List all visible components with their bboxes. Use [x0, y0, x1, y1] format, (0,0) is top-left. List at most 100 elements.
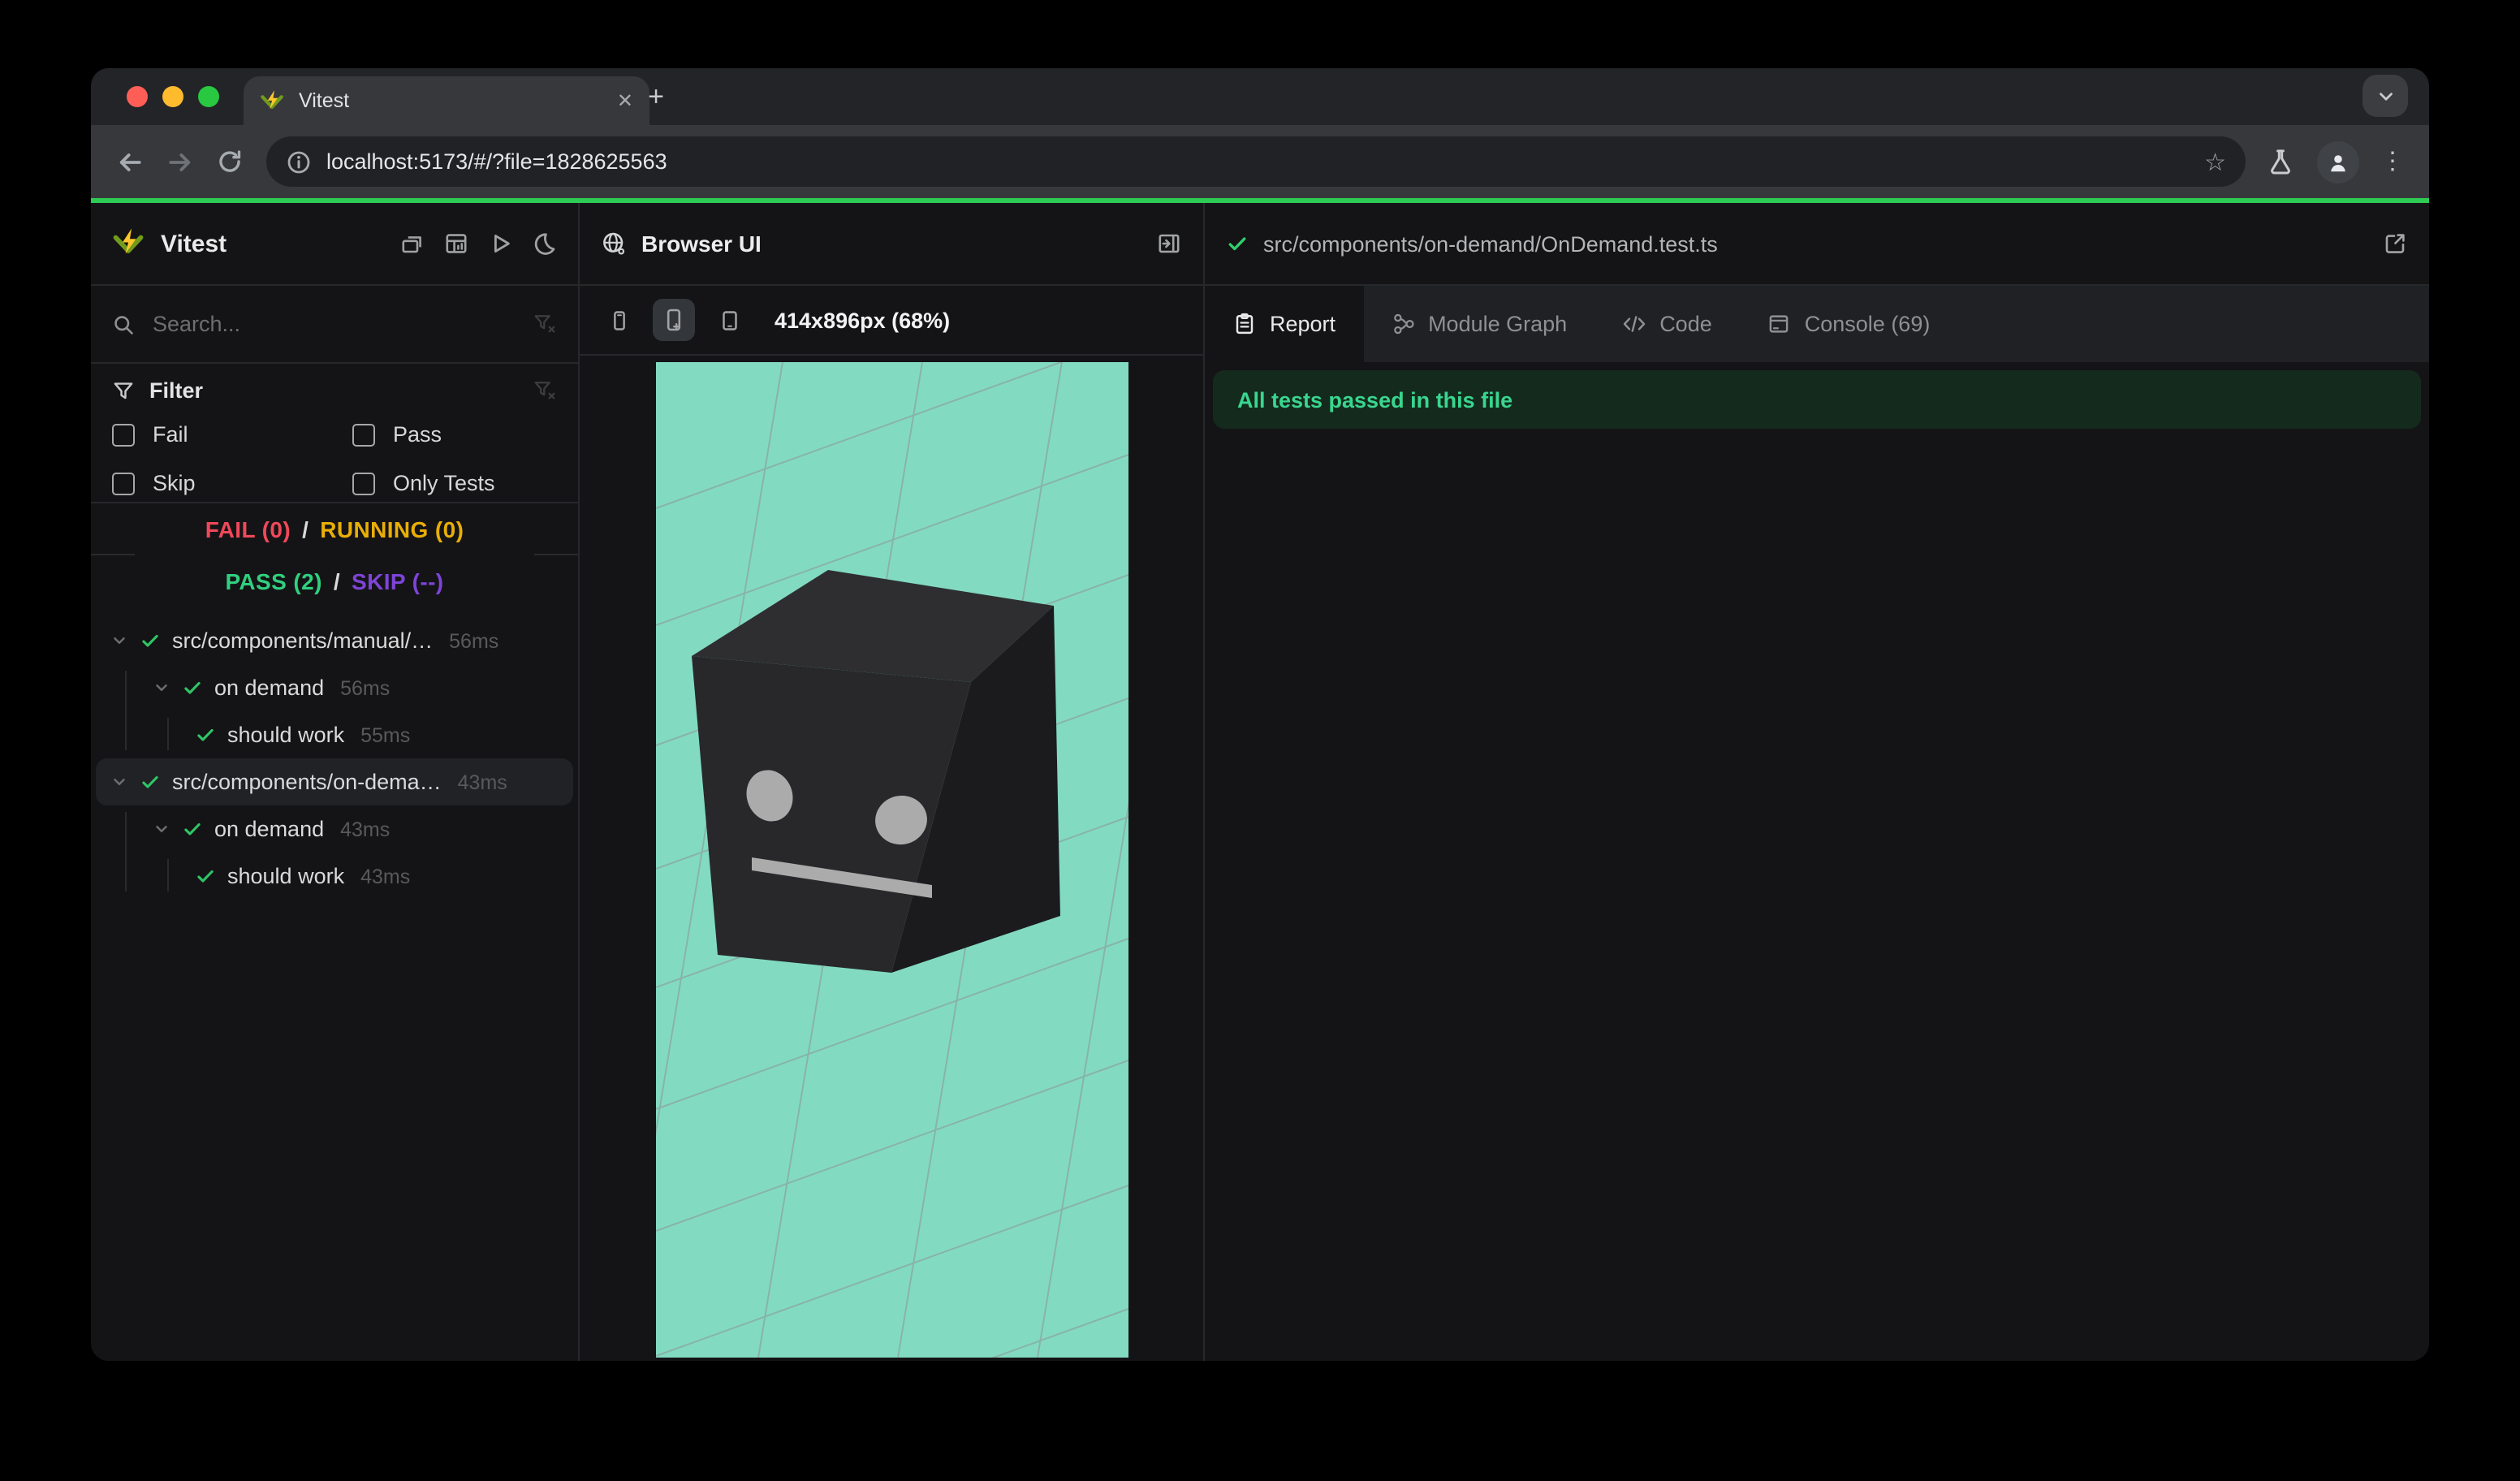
- test-status-summary: FAIL (0) / RUNNING (0) PASS (2) / SKIP (…: [91, 503, 578, 607]
- checkbox[interactable]: [352, 423, 375, 446]
- device-phone-icon[interactable]: [599, 300, 638, 339]
- tab-module-graph[interactable]: Module Graph: [1363, 286, 1594, 362]
- tab-report[interactable]: Report: [1205, 286, 1364, 362]
- browser-toolbar: localhost:5173/#/?file=1828625563 ☆ ⋮: [91, 125, 2429, 198]
- collapse-tests-icon[interactable]: [399, 231, 425, 257]
- tab-strip: Vitest ✕ +: [91, 68, 2429, 125]
- url-bar[interactable]: localhost:5173/#/?file=1828625563 ☆: [266, 136, 2246, 187]
- tree-row-label: src/components/on-dema…: [172, 770, 442, 794]
- tree-row-test[interactable]: should work 43ms: [91, 853, 578, 900]
- tree-row-duration: 43ms: [340, 818, 391, 840]
- minimize-window-button[interactable]: [162, 86, 183, 107]
- pass-check-icon: [182, 677, 203, 698]
- running-count: RUNNING (0): [320, 516, 464, 542]
- preview-header: Browser UI: [580, 203, 1203, 286]
- search-icon: [112, 313, 135, 335]
- checkbox[interactable]: [112, 472, 135, 494]
- new-tab-button[interactable]: +: [636, 78, 675, 117]
- profile-avatar[interactable]: [2317, 140, 2359, 183]
- pass-check-icon: [140, 630, 161, 651]
- chevron-down-icon[interactable]: [153, 679, 170, 697]
- report-header: src/components/on-demand/OnDemand.test.t…: [1205, 203, 2429, 286]
- browser-menu-icon[interactable]: ⋮: [2380, 149, 2405, 174]
- forward-button[interactable]: [166, 147, 195, 176]
- indent-guide: [125, 671, 127, 750]
- status-line-bottom: PASS (2) / SKIP (--): [91, 555, 578, 607]
- viewport-size-label: 414x896px (68%): [775, 308, 951, 332]
- filter-option-label: Only Tests: [393, 471, 495, 495]
- filter-option-label: Skip: [153, 471, 196, 495]
- search-bar: [91, 286, 578, 364]
- clipboard-icon: [1232, 312, 1257, 336]
- site-info-icon[interactable]: [286, 149, 312, 175]
- run-all-icon[interactable]: [487, 231, 513, 257]
- search-input[interactable]: [149, 310, 518, 338]
- filter-option-skip[interactable]: Skip: [112, 471, 352, 495]
- tab-search-button[interactable]: [2362, 75, 2408, 117]
- pass-check-icon: [182, 818, 203, 840]
- app-title: Vitest: [161, 230, 227, 257]
- pass-check-icon: [1226, 232, 1249, 255]
- tab-console[interactable]: Console (69): [1740, 286, 1958, 362]
- divider: [91, 554, 135, 555]
- status-line-top: FAIL (0) / RUNNING (0): [91, 503, 578, 555]
- maximize-window-button[interactable]: [198, 86, 219, 107]
- chevron-down-icon[interactable]: [110, 773, 128, 791]
- checkbox[interactable]: [352, 472, 375, 494]
- test-file-path[interactable]: src/components/on-demand/OnDemand.test.t…: [1263, 231, 1718, 256]
- bookmark-icon[interactable]: ☆: [2204, 147, 2226, 176]
- filter-option-fail[interactable]: Fail: [112, 422, 352, 447]
- filter-title: Filter: [149, 378, 204, 403]
- code-icon: [1622, 312, 1646, 336]
- preview-title: Browser UI: [641, 231, 762, 257]
- pass-check-icon: [140, 771, 161, 792]
- tab-label: Console (69): [1804, 312, 1931, 336]
- clear-search-filter-icon[interactable]: [533, 312, 557, 336]
- checkbox[interactable]: [112, 423, 135, 446]
- filter-panel: Filter Fail Pass Skip Only Tests: [91, 364, 578, 503]
- separator: /: [333, 568, 340, 594]
- tree-row-test[interactable]: should work 55ms: [91, 711, 578, 758]
- tab-label: Module Graph: [1428, 312, 1568, 336]
- tree-row-file-selected[interactable]: src/components/on-dema… 43ms: [96, 758, 573, 805]
- indent-guide: [167, 718, 169, 750]
- indent-guide: [125, 812, 127, 892]
- traffic-lights: [127, 86, 219, 107]
- console-icon: [1767, 312, 1792, 336]
- module-graph-icon: [1391, 312, 1415, 336]
- filter-option-pass[interactable]: Pass: [352, 422, 557, 447]
- device-phone-plus-icon-selected[interactable]: [653, 299, 695, 341]
- reload-button[interactable]: [216, 147, 245, 176]
- tree-row-suite[interactable]: on demand 56ms: [91, 664, 578, 711]
- close-tab-icon[interactable]: ✕: [617, 91, 633, 110]
- pass-check-icon: [195, 866, 216, 887]
- indent-guide: [167, 859, 169, 892]
- sidebar-header: Vitest: [91, 203, 578, 286]
- tab-label: Report: [1270, 312, 1336, 336]
- dashboard-icon[interactable]: [443, 231, 469, 257]
- close-window-button[interactable]: [127, 86, 148, 107]
- chevron-down-icon[interactable]: [153, 820, 170, 838]
- tree-row-label: should work: [227, 864, 345, 888]
- tree-row-file[interactable]: src/components/manual/… 56ms: [91, 617, 578, 664]
- open-external-icon[interactable]: [2382, 231, 2408, 257]
- dark-mode-moon-icon[interactable]: [531, 231, 557, 257]
- test-viewport-iframe[interactable]: [655, 362, 1128, 1358]
- browser-tab[interactable]: Vitest ✕: [244, 76, 649, 125]
- tree-row-suite[interactable]: on demand 43ms: [91, 805, 578, 853]
- clear-filter-icon[interactable]: [533, 378, 557, 403]
- person-icon: [2331, 154, 2345, 171]
- tab-code[interactable]: Code: [1594, 286, 1740, 362]
- tab-title: Vitest: [299, 89, 350, 112]
- vitest-logo: [112, 227, 145, 260]
- separator: /: [302, 516, 309, 542]
- filter-option-label: Pass: [393, 422, 442, 447]
- url-text[interactable]: localhost:5173/#/?file=1828625563: [326, 149, 2190, 174]
- dock-panel-right-icon[interactable]: [1156, 231, 1182, 257]
- back-button[interactable]: [115, 147, 145, 176]
- experiments-flask-icon[interactable]: [2267, 147, 2296, 176]
- tree-row-label: on demand: [214, 817, 325, 841]
- filter-option-only-tests[interactable]: Only Tests: [352, 471, 557, 495]
- chevron-down-icon[interactable]: [110, 632, 128, 650]
- device-tablet-icon[interactable]: [710, 300, 749, 339]
